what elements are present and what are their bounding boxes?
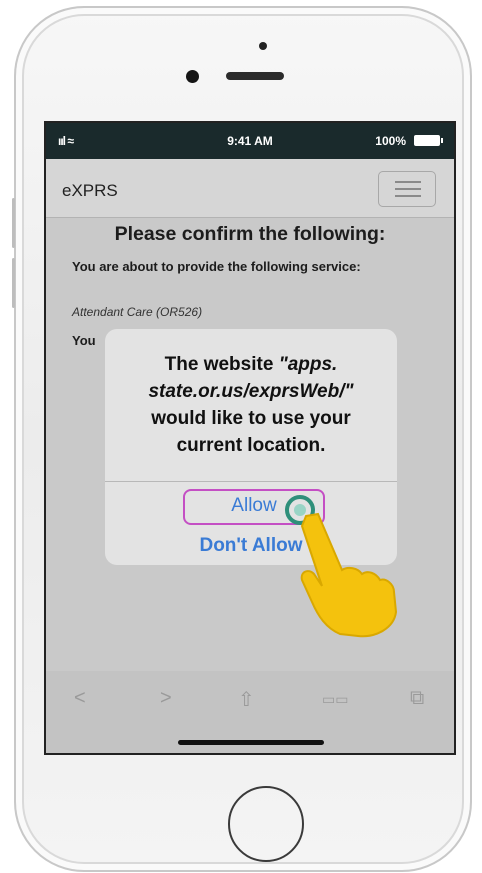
dialog-message-text: would like to use your <box>151 408 351 429</box>
earpiece-speaker <box>226 72 284 80</box>
service-name: Attendant Care (OR526) <box>72 305 203 319</box>
dialog-message-text: current location. <box>176 435 326 456</box>
page-title: Please confirm the following: <box>114 223 386 245</box>
site-navbar: eXPRS <box>46 159 454 218</box>
tap-dot-icon <box>294 504 306 516</box>
forward-icon[interactable]: > <box>160 687 172 710</box>
tap-pointer-icon <box>285 495 398 638</box>
back-icon[interactable]: < <box>74 687 86 710</box>
intro-text: You are about to provide the following s… <box>72 259 361 274</box>
status-bar: ııl ≈ 9:41 AM 100% <box>46 123 454 159</box>
tabs-icon[interactable]: ⧉ <box>410 687 424 710</box>
bookmarks-icon[interactable]: ▭▭ <box>322 691 348 708</box>
proximity-sensor <box>259 42 267 50</box>
volume-button <box>12 198 15 248</box>
dialog-message-text: The website <box>164 354 279 375</box>
front-camera <box>186 70 199 83</box>
battery-percent: 100% <box>375 134 406 148</box>
home-button[interactable] <box>228 786 304 862</box>
share-icon[interactable]: ⇧ <box>238 687 255 712</box>
volume-button <box>12 258 15 308</box>
home-indicator <box>178 740 324 745</box>
brand-name[interactable]: eXPRS <box>62 181 118 201</box>
browser-toolbar: < > ⇧ ▭▭ ⧉ <box>46 671 454 753</box>
battery-icon <box>414 135 443 146</box>
dialog-url: state.or.us/exprsWeb/" <box>148 381 354 402</box>
dialog-divider <box>105 481 397 482</box>
hand-icon <box>300 512 398 638</box>
dialog-url: "apps. <box>278 354 338 375</box>
dialog-message: The website "apps. state.or.us/exprsWeb/… <box>115 351 387 459</box>
menu-icon[interactable] <box>378 171 436 207</box>
phone-screen: ııl ≈ 9:41 AM 100% eXPRS Please confirm … <box>44 121 456 755</box>
